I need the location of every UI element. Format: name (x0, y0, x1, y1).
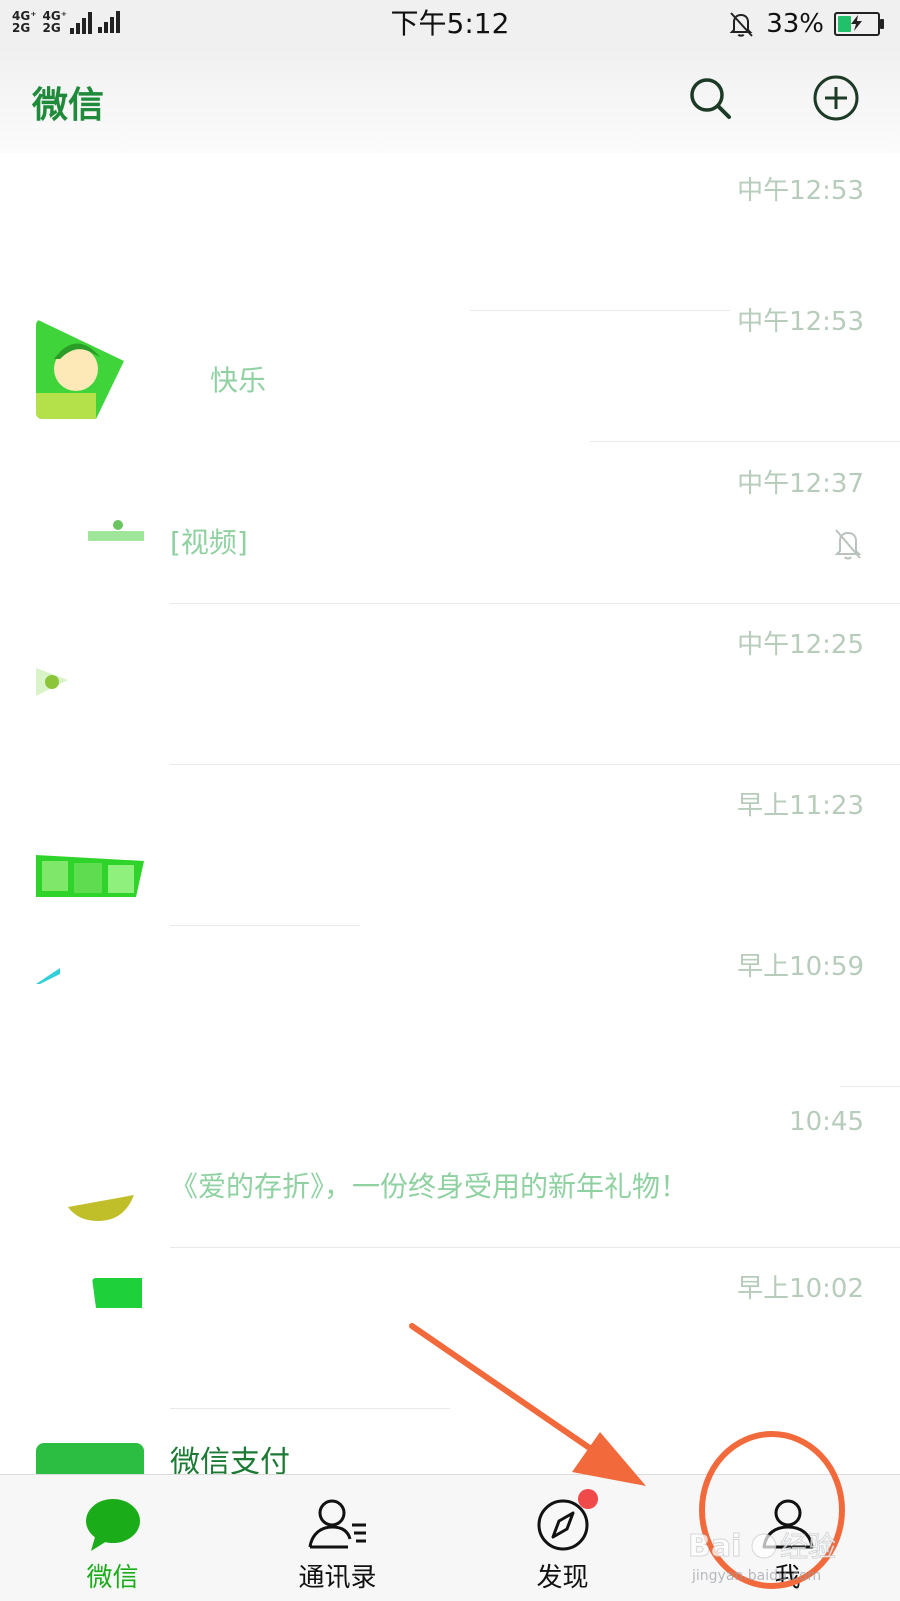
bell-muted-icon (729, 12, 753, 37)
search-button[interactable] (686, 74, 734, 122)
app-header: 微信 (0, 48, 900, 153)
chat-row[interactable]: 早上11:23 (0, 765, 900, 926)
chat-row[interactable]: 10:45 《爱的存折》，一份终身受用的新年礼物！ (0, 1087, 900, 1248)
tab-label: 微信 (86, 1563, 139, 1593)
avatar (68, 1195, 134, 1225)
chat-time: 早上10:59 (737, 952, 864, 982)
avatar (92, 1278, 142, 1308)
baidu-watermark-logo: Bai 经验 jingyan.baidu.com (688, 1529, 837, 1585)
avatar (36, 319, 144, 419)
chat-row[interactable]: 早上10:59 (0, 926, 900, 1087)
chat-row[interactable]: 早上10:02 (0, 1248, 900, 1409)
chat-time: 中午12:53 (737, 307, 864, 337)
chat-preview: [视频] (170, 526, 248, 559)
avatar (36, 855, 144, 897)
chat-time: 中午12:53 (737, 176, 864, 206)
page-title: 微信 (32, 85, 105, 126)
svg-text:经验: 经验 (780, 1530, 836, 1563)
search-icon (690, 78, 731, 119)
battery-icon (834, 12, 884, 36)
status-right: 33% (726, 8, 884, 40)
svg-text:jingyan.baidu.com: jingyan.baidu.com (691, 1568, 821, 1584)
discover-badge (578, 1489, 598, 1509)
chat-time: 中午12:25 (737, 630, 864, 660)
tab-discover[interactable]: 发现 (450, 1475, 675, 1601)
chat-row[interactable]: 中午12:25 (0, 604, 900, 765)
divider (590, 441, 900, 442)
avatar (36, 662, 76, 702)
chat-bubble-icon (85, 1499, 140, 1551)
plus-circle-icon (813, 75, 859, 121)
chat-row[interactable]: 中午12:37 [视频] (0, 443, 900, 604)
tab-label: 通讯录 (298, 1563, 377, 1593)
contacts-icon (308, 1499, 366, 1549)
avatar (36, 968, 60, 984)
mute-notification-icon (834, 529, 862, 560)
chat-time: 中午12:37 (737, 469, 864, 499)
battery-percentage: 33% (766, 9, 824, 39)
charging-bolt-icon (851, 15, 862, 31)
tab-chats[interactable]: 微信 (0, 1475, 225, 1601)
chat-time: 10:45 (789, 1107, 864, 1137)
svg-text:Bai: Bai (688, 1529, 741, 1564)
add-button[interactable] (812, 74, 860, 122)
status-bar: 4G⁺ 2G 4G⁺ 2G 下午5:12 33% (0, 0, 900, 48)
chat-time: 早上10:02 (737, 1274, 864, 1304)
tab-contacts[interactable]: 通讯录 (225, 1475, 450, 1601)
chat-row[interactable]: 中午12:53 快乐 (0, 281, 900, 442)
chat-time: 早上11:23 (737, 791, 864, 821)
tab-label: 发现 (536, 1563, 589, 1593)
avatar (88, 505, 158, 545)
chat-preview: 《爱的存折》，一份终身受用的新年礼物！ (170, 1170, 689, 1203)
chat-preview: 快乐 (210, 364, 267, 397)
